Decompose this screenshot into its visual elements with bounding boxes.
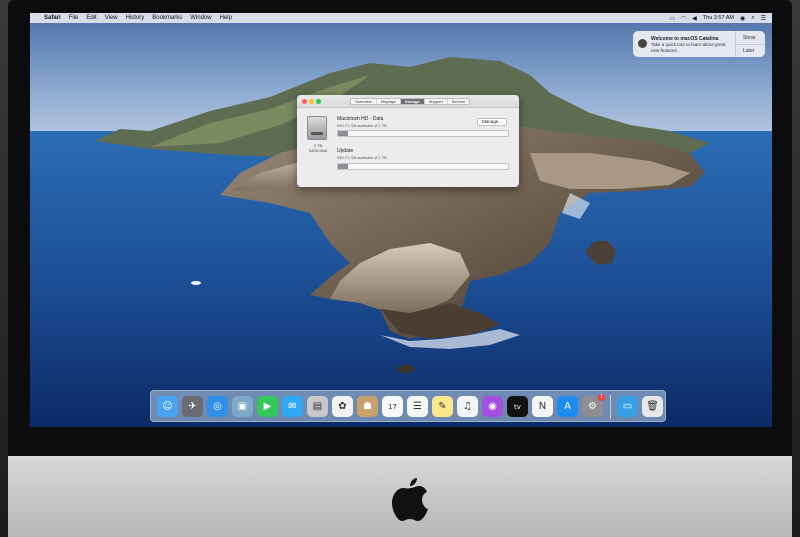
tab-overview[interactable]: Overview [351, 99, 377, 104]
dock: ☺ ✈ ◎ ▣ ▶ ✉ ▤ ✿ ☗ 17 ☰ ✎ ♫ ◉ tv N A ⚙ 1 ▭ 🗑 [150, 390, 666, 422]
about-tabs: Overview Displays Storage Support Servic… [350, 98, 471, 105]
reminders-icon[interactable]: ☰ [407, 396, 428, 417]
notes-icon[interactable]: ✎ [432, 396, 453, 417]
music-icon[interactable]: ♫ [457, 396, 478, 417]
calendar-icon[interactable]: 17 [382, 396, 403, 417]
about-this-mac-window: Overview Displays Storage Support Servic… [297, 95, 519, 187]
volume-usage-fill [338, 131, 349, 136]
volume-name: Macintosh HD - Data [337, 116, 384, 122]
disk-capacity-label: 1 TB SATA Disk [305, 143, 331, 153]
finder-icon[interactable]: ☺ [157, 396, 178, 417]
hard-disk-icon [307, 116, 327, 140]
volume-available: 940.71 GB available of 1 TB [337, 123, 387, 128]
update-volume-name: Update [337, 148, 354, 154]
catalina-wallpaper [30, 13, 772, 427]
menu-history[interactable]: History [126, 15, 145, 21]
wifi-icon[interactable]: ◠ [681, 15, 686, 22]
tab-storage[interactable]: Storage [400, 99, 425, 104]
volume-icon[interactable]: ◀ [692, 15, 697, 22]
photos-icon[interactable]: ✿ [332, 396, 353, 417]
notification-show-button[interactable]: Show [743, 35, 756, 41]
zoom-window-button[interactable] [316, 99, 321, 104]
system-preferences-icon[interactable]: ⚙ 1 [582, 394, 605, 417]
tab-displays[interactable]: Displays [377, 99, 401, 104]
apple-logo-icon [392, 478, 428, 521]
notification-button-divider [735, 44, 765, 45]
facetime-icon[interactable]: ▶ [257, 396, 278, 417]
spotlight-search-icon[interactable]: ⌕ [751, 15, 754, 22]
tab-support[interactable]: Support [425, 99, 448, 104]
messages-icon[interactable]: ✉ [282, 396, 303, 417]
news-icon[interactable]: N [532, 396, 553, 417]
disk-type: SATA Disk [308, 148, 328, 153]
manage-button[interactable]: Manage... [477, 118, 507, 126]
notification-body: Take a quick tour to learn about great n… [651, 42, 726, 53]
notification-app-icon [638, 39, 647, 48]
podcasts-icon[interactable]: ◉ [482, 396, 503, 417]
welcome-notification[interactable]: Welcome to macOS Catalina Take a quick t… [633, 31, 765, 57]
notification-later-button[interactable]: Later [743, 48, 754, 54]
app-menu[interactable]: Safari [44, 15, 61, 21]
menu-file[interactable]: File [69, 15, 79, 21]
menu-bar: Safari File Edit View History Bookmarks … [30, 13, 772, 23]
launchpad-icon[interactable]: ✈ [182, 396, 203, 417]
menu-bookmarks[interactable]: Bookmarks [152, 15, 182, 21]
notification-center-icon[interactable]: ☰ [761, 15, 766, 22]
update-usage-fill [338, 164, 349, 169]
update-volume-available: 940.71 GB available of 1 TB [337, 155, 387, 160]
notification-badge: 1 [598, 394, 605, 401]
contacts-icon[interactable]: ☗ [357, 396, 378, 417]
menu-edit[interactable]: Edit [86, 15, 96, 21]
window-titlebar[interactable]: Overview Displays Storage Support Servic… [297, 95, 519, 108]
downloads-folder-icon[interactable]: ▭ [617, 396, 638, 417]
app-store-icon[interactable]: A [557, 396, 578, 417]
siri-icon[interactable]: ◉ [740, 15, 745, 22]
safari-icon[interactable]: ◎ [207, 396, 228, 417]
tab-service[interactable]: Service [448, 99, 469, 104]
volume-usage-bar [337, 130, 509, 137]
image-capture-icon[interactable]: ▤ [307, 396, 328, 417]
dock-separator [610, 395, 611, 419]
tv-icon[interactable]: tv [507, 396, 528, 417]
menu-view[interactable]: View [105, 15, 118, 21]
minimize-window-button[interactable] [309, 99, 314, 104]
menu-clock[interactable]: Thu 3:57 AM [703, 15, 734, 21]
airplay-icon[interactable]: ▭ [669, 15, 675, 22]
screen: Safari File Edit View History Bookmarks … [30, 13, 772, 427]
preview-icon[interactable]: ▣ [232, 396, 253, 417]
update-usage-bar [337, 163, 509, 170]
menu-window[interactable]: Window [190, 15, 211, 21]
status-area: ▭ ◠ ◀ Thu 3:57 AM ◉ ⌕ ☰ [669, 15, 766, 22]
close-window-button[interactable] [302, 99, 307, 104]
menu-help[interactable]: Help [220, 15, 232, 21]
photo: Safari File Edit View History Bookmarks … [0, 0, 800, 537]
trash-icon[interactable]: 🗑 [642, 396, 663, 417]
